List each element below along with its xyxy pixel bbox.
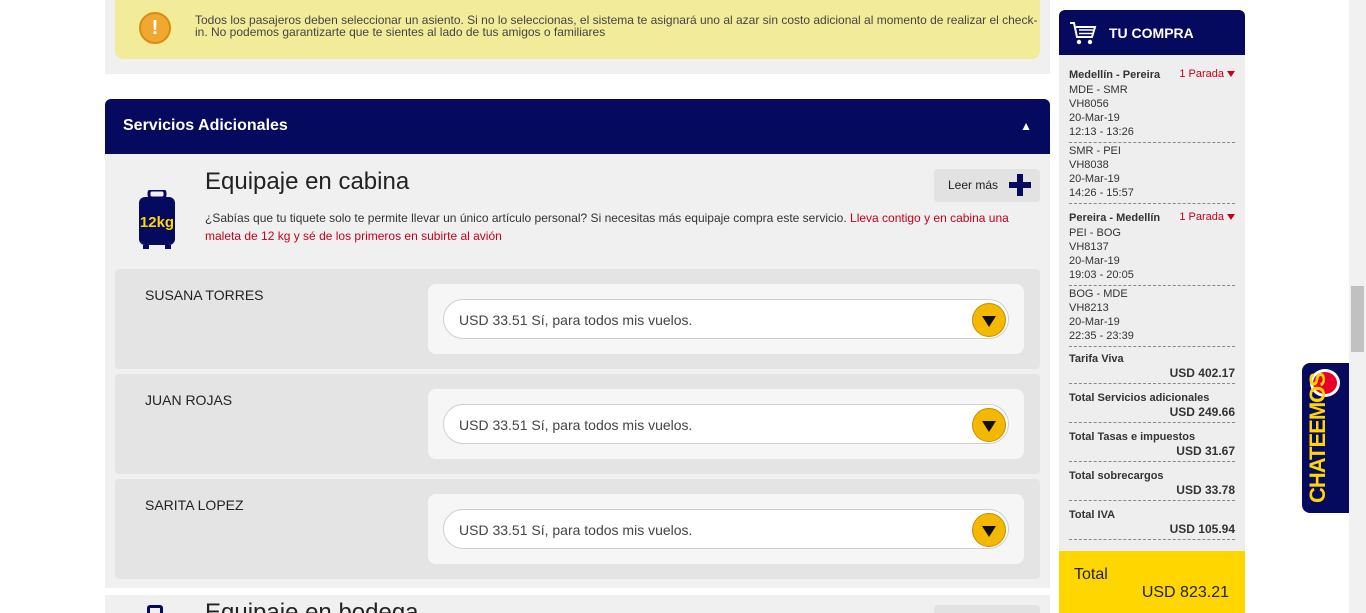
leg-code: BOG - MDE [1069, 288, 1128, 300]
divider [1069, 285, 1235, 286]
leg-time: 14:26 - 15:57 [1069, 187, 1134, 199]
baggage-select-value: USD 33.51 Sí, para todos mis vuelos. [459, 312, 693, 328]
baggage-select[interactable]: USD 33.51 Sí, para todos mis vuelos. [443, 509, 1009, 549]
price-amount: USD 402.17 [1169, 366, 1235, 380]
cabin-description: ¿Sabías que tu tiquete solo te permite l… [205, 209, 1020, 245]
leg-time: 22:35 - 23:39 [1069, 330, 1134, 342]
desc-text: ¿Sabías que tu tiquete solo te permite l… [205, 211, 851, 225]
dropdown-arrow-icon[interactable] [972, 408, 1006, 442]
total-box: Total USD 823.21 [1059, 551, 1245, 613]
divider [1069, 203, 1235, 204]
stops-toggle[interactable]: 1 Parada [1179, 68, 1235, 80]
seat-notice: ! Todos los pasajeros deben seleccionar … [115, 0, 1040, 59]
passenger-option-card: USD 33.51 Sí, para todos mis vuelos. [428, 389, 1024, 459]
total-amount: USD 823.21 [1141, 584, 1229, 601]
passenger-name: SARITA LOPEZ [145, 497, 244, 513]
suitcase-icon [147, 605, 163, 613]
read-more-label: Leer más [948, 178, 999, 192]
scrollbar-thumb[interactable] [1351, 286, 1364, 352]
leg-date: 20-Mar-19 [1069, 173, 1120, 185]
price-amount: USD 249.66 [1169, 405, 1235, 419]
dropdown-arrow-icon[interactable] [972, 303, 1006, 337]
divider [1069, 383, 1235, 384]
read-more-button[interactable] [934, 605, 1040, 613]
divider [1069, 422, 1235, 423]
divider [1069, 539, 1235, 540]
leg-flight: VH8137 [1069, 241, 1109, 253]
hold-baggage-title: Equipaje en bodega [205, 599, 419, 613]
price-amount: USD 31.67 [1176, 444, 1235, 458]
price-amount: USD 33.78 [1176, 483, 1235, 497]
leg-time: 19:03 - 20:05 [1069, 269, 1134, 281]
hold-baggage-section: Equipaje en bodega [105, 595, 1050, 613]
total-label: Total [1074, 566, 1108, 583]
leg-code: SMR - PEI [1069, 145, 1121, 157]
bag-weight-label: 12kg [140, 214, 174, 231]
cart-header: TU COMPRA [1059, 10, 1245, 55]
cabin-baggage-title: Equipaje en cabina [205, 168, 410, 195]
stops-toggle[interactable]: 1 Parada [1179, 211, 1235, 223]
dropdown-arrow-icon[interactable] [972, 513, 1006, 547]
passenger-name: SUSANA TORRES [145, 287, 264, 303]
shopping-cart-icon [1070, 22, 1097, 45]
leg-date: 20-Mar-19 [1069, 316, 1120, 328]
cart-title: TU COMPRA [1109, 25, 1194, 41]
leg-code: PEI - BOG [1069, 227, 1121, 239]
passenger-row: SARITA LOPEZ USD 33.51 Sí, para todos mi… [115, 479, 1040, 579]
exclamation-icon: ! [139, 12, 171, 44]
plus-icon [1009, 174, 1031, 196]
passenger-row: SUSANA TORRES USD 33.51 Sí, para todos m… [115, 269, 1040, 369]
notice-container: ! Todos los pasajeros deben seleccionar … [105, 0, 1050, 74]
passenger-option-card: USD 33.51 Sí, para todos mis vuelos. [428, 284, 1024, 354]
price-amount: USD 105.94 [1169, 522, 1235, 536]
collapse-icon[interactable]: ▲ [1020, 119, 1032, 133]
main-content: ! Todos los pasajeros deben seleccionar … [105, 0, 1050, 613]
leg-flight: VH8038 [1069, 159, 1109, 171]
leg-date: 20-Mar-19 [1069, 255, 1120, 267]
price-label: Total IVA [1069, 509, 1116, 521]
passenger-name: JUAN ROJAS [145, 392, 233, 408]
leg-flight: VH8056 [1069, 98, 1109, 110]
chat-label: CHATEEMOS [1305, 373, 1330, 503]
divider [1069, 142, 1235, 143]
divider [1069, 500, 1235, 501]
divider [1069, 461, 1235, 462]
baggage-select[interactable]: USD 33.51 Sí, para todos mis vuelos. [443, 299, 1009, 339]
suitcase-icon: 12kg [139, 190, 175, 249]
page-scrollbar[interactable] [1349, 0, 1366, 613]
baggage-select-value: USD 33.51 Sí, para todos mis vuelos. [459, 522, 693, 538]
cabin-baggage-section: 12kg Equipaje en cabina Leer más ¿Sabías… [105, 154, 1050, 588]
leg-code: MDE - SMR [1069, 84, 1128, 96]
passenger-option-card: USD 33.51 Sí, para todos mis vuelos. [428, 494, 1024, 564]
baggage-select[interactable]: USD 33.51 Sí, para todos mis vuelos. [443, 404, 1009, 444]
additional-services-header[interactable]: Servicios Adicionales ▲ [105, 99, 1050, 154]
trip-route: Medellín - Pereira [1069, 69, 1161, 81]
read-more-button[interactable]: Leer más [934, 169, 1040, 202]
chat-widget[interactable]: CHATEEMOS [1302, 363, 1349, 513]
price-label: Total Tasas e impuestos [1069, 431, 1196, 443]
baggage-select-value: USD 33.51 Sí, para todos mis vuelos. [459, 417, 693, 433]
section-title: Servicios Adicionales [123, 117, 288, 134]
price-label: Total sobrecargos [1069, 470, 1164, 482]
price-label: Tarifa Viva [1069, 353, 1124, 365]
leg-time: 12:13 - 13:26 [1069, 126, 1134, 138]
notice-text: Todos los pasajeros deben seleccionar un… [195, 13, 1038, 39]
leg-flight: VH8213 [1069, 302, 1109, 314]
passenger-row: JUAN ROJAS USD 33.51 Sí, para todos mis … [115, 374, 1040, 474]
divider [1069, 346, 1235, 347]
trip-route: Pereira - Medellín [1069, 212, 1161, 224]
purchase-summary: TU COMPRA Medellín - Pereira 1 Parada MD… [1059, 10, 1245, 613]
leg-date: 20-Mar-19 [1069, 112, 1120, 124]
price-label: Total Servicios adicionales [1069, 392, 1210, 404]
